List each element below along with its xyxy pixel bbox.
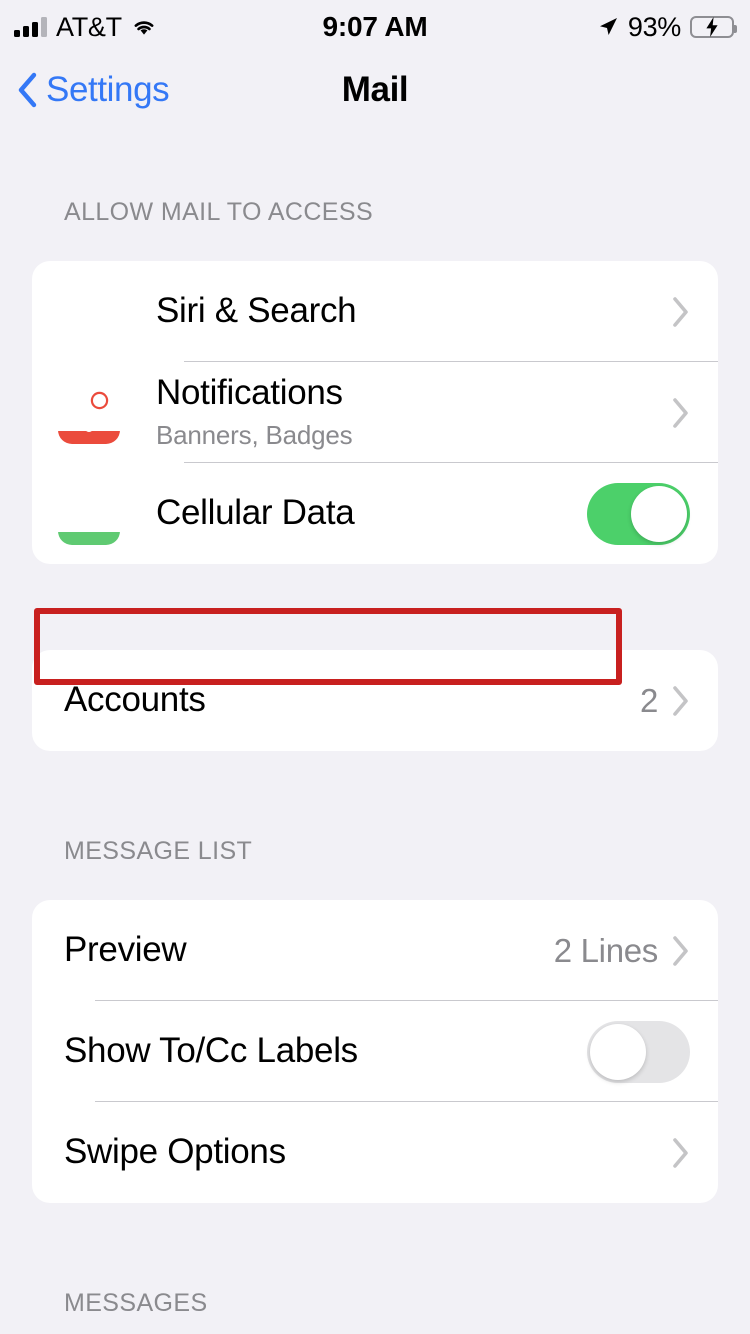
- row-notifications[interactable]: Notifications Banners, Badges: [32, 362, 718, 463]
- chevron-right-icon: [672, 1137, 690, 1169]
- spacer-top: [0, 126, 750, 198]
- page-title: Mail: [341, 70, 409, 109]
- row-siri-and-search-text: Siri & Search: [156, 291, 357, 331]
- card-allow-mail-to-access: Siri & Search Notifications Banners, Bad…: [32, 261, 718, 564]
- row-label: Cellular Data: [156, 493, 355, 533]
- row-label: Accounts: [64, 680, 206, 720]
- location-arrow-icon: [597, 16, 619, 38]
- row-sublabel: Banners, Badges: [156, 419, 353, 450]
- row-preview[interactable]: Preview 2 Lines: [32, 900, 718, 1001]
- row-accounts-text: Accounts: [64, 681, 206, 720]
- chevron-right-icon: [672, 685, 690, 717]
- row-label: Notifications: [156, 373, 343, 413]
- preview-value: 2 Lines: [553, 931, 659, 969]
- cellular-data-icon: [58, 483, 120, 545]
- card-accounts: Accounts 2: [32, 650, 718, 751]
- battery-percent-label: 93%: [627, 11, 681, 42]
- clock-label: 9:07 AM: [322, 11, 428, 42]
- battery-charging-icon: [690, 16, 737, 38]
- row-label: Preview: [64, 930, 187, 970]
- navigation-bar: Settings Mail: [0, 54, 750, 126]
- ios-settings-mail-screen: AT&T 9:07 AM 93% Settings Mail ALLOW MAI…: [0, 0, 750, 1334]
- row-cellular-data[interactable]: Cellular Data: [32, 463, 718, 564]
- notifications-bell-icon: [58, 382, 120, 444]
- row-label: Show To/Cc Labels: [64, 1031, 358, 1071]
- row-siri-and-search[interactable]: Siri & Search: [32, 261, 718, 362]
- row-label: Swipe Options: [64, 1132, 286, 1172]
- accounts-count-value: 2: [639, 681, 658, 719]
- show-to-cc-labels-toggle[interactable]: [587, 1020, 690, 1083]
- row-swipe-options[interactable]: Swipe Options: [32, 1102, 718, 1203]
- row-show-to-cc-labels-text: Show To/Cc Labels: [64, 1032, 358, 1071]
- chevron-right-icon: [672, 397, 690, 429]
- row-label: Siri & Search: [156, 291, 357, 331]
- section-header-message-list: MESSAGE LIST: [64, 837, 253, 865]
- chevron-right-icon: [672, 296, 690, 328]
- status-bar-right: 93%: [597, 0, 737, 54]
- card-message-list: Preview 2 Lines Show To/Cc Labels Swipe …: [32, 900, 718, 1203]
- row-notifications-text: Notifications Banners, Badges: [156, 373, 353, 451]
- cellular-data-toggle[interactable]: [587, 482, 690, 545]
- row-show-to-cc-labels[interactable]: Show To/Cc Labels: [32, 1001, 718, 1102]
- row-swipe-options-text: Swipe Options: [64, 1133, 286, 1172]
- status-bar: AT&T 9:07 AM 93%: [0, 0, 750, 54]
- siri-icon: [58, 281, 120, 343]
- row-accounts[interactable]: Accounts 2: [32, 650, 718, 751]
- section-header-messages: MESSAGES: [64, 1289, 208, 1317]
- row-preview-text: Preview: [64, 930, 187, 970]
- chevron-right-icon: [672, 935, 690, 967]
- row-cellular-data-text: Cellular Data: [156, 493, 355, 533]
- section-header-allow-mail-to-access: ALLOW MAIL TO ACCESS: [64, 198, 374, 226]
